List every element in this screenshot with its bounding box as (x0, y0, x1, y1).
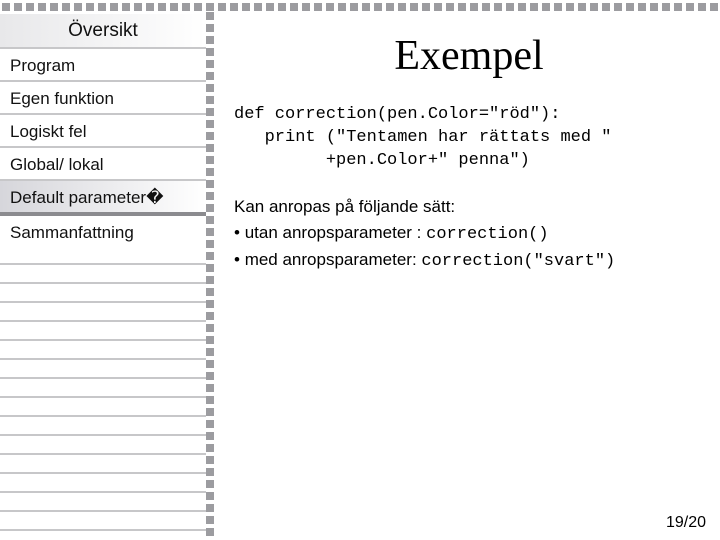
slide: ÖversiktProgramEgen funktionLogiskt felG… (0, 0, 720, 540)
bullet-text: utan anropsparameter : (245, 223, 426, 242)
bullet-text: med anropsparameter: (245, 250, 422, 269)
decor-vert-squares (206, 12, 216, 536)
code-block: def correction(pen.Color="röd"): print (… (226, 104, 712, 173)
sidebar-item-1[interactable]: Program (0, 47, 206, 80)
sidebar-item-0[interactable]: Översikt (0, 14, 206, 47)
bullet-code: correction() (426, 225, 548, 244)
sidebar-item-6[interactable]: Sammanfattning (0, 212, 206, 245)
bullet-code: correction("svart") (421, 252, 615, 271)
body-intro: Kan anropas på följande sätt: (234, 195, 704, 220)
bullet-1: med anropsparameter: correction("svart") (234, 248, 704, 275)
sidebar: ÖversiktProgramEgen funktionLogiskt felG… (0, 14, 206, 524)
slide-title: Exempel (226, 14, 712, 104)
sidebar-item-3[interactable]: Logiskt fel (0, 113, 206, 146)
bullet-list: utan anropsparameter : correction()med a… (234, 221, 704, 274)
decor-top-squares (0, 0, 720, 14)
bullet-0: utan anropsparameter : correction() (234, 221, 704, 248)
sidebar-item-4[interactable]: Global/ lokal (0, 146, 206, 179)
sidebar-item-2[interactable]: Egen funktion (0, 80, 206, 113)
main-content: Exempel def correction(pen.Color="röd"):… (226, 14, 712, 532)
page-number: 19/20 (666, 514, 706, 532)
sidebar-item-5[interactable]: Default parameter� (0, 179, 206, 212)
body-text: Kan anropas på följande sätt: utan anrop… (226, 173, 712, 275)
